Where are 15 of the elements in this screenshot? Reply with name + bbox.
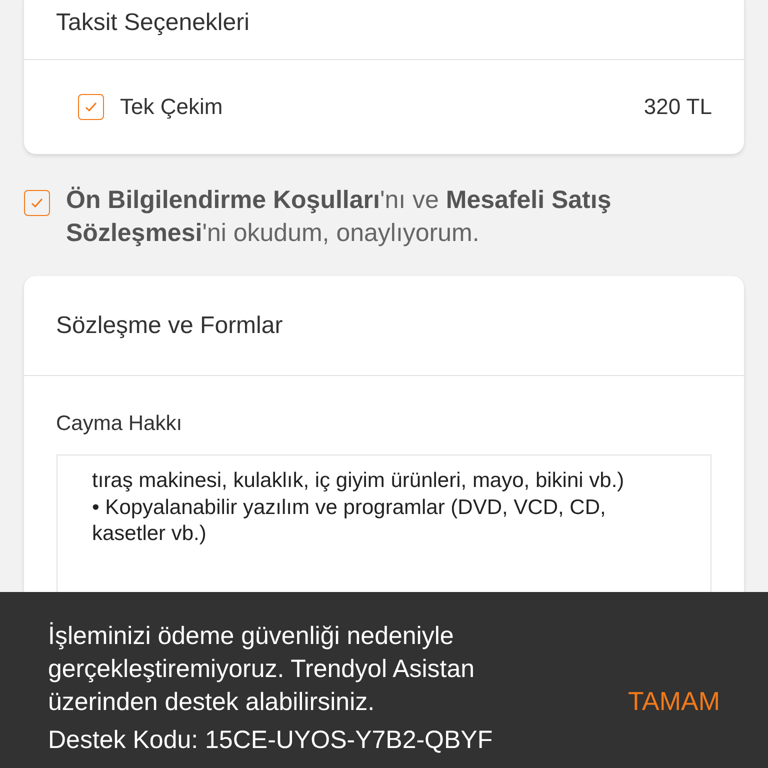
checkbox[interactable] [78, 94, 104, 120]
checkbox[interactable] [24, 190, 50, 216]
installment-label: Tek Çekim [120, 94, 224, 120]
agreement-text: Ön Bilgilendirme Koşulları'nı ve Mesafeli Satış Sözleşmesi'ni okudum, onaylıyorum. [66, 185, 612, 249]
snackbar-message: İşleminizi ödeme güvenliği nedeniyle gerçekleştiremiyoruz. Trendyol Asistan üzerinden destek alabilirsiniz. [48, 621, 476, 718]
card-title: Taksit Seçenekleri [56, 8, 250, 36]
support-code: Destek Kodu: 15CE-UYOS-Y7B2-QBYF [48, 725, 494, 755]
contract-paragraph: • Kopyalanabilir yazılım ve programlar (DVD, VCD, CD, kasetler vb.) [92, 494, 607, 547]
ok-button[interactable]: TAMAM [628, 686, 720, 717]
card-title: Sözleşme ve Formlar [56, 312, 283, 340]
installment-amount: 320 TL [644, 94, 712, 120]
section-title: Cayma Hakkı [56, 412, 182, 435]
contract-paragraph: tıraş makinesi, kulaklık, iç giyim ürünleri, mayo, bikini vb.) [92, 468, 626, 494]
check-icon [84, 101, 98, 113]
check-icon [30, 197, 44, 209]
